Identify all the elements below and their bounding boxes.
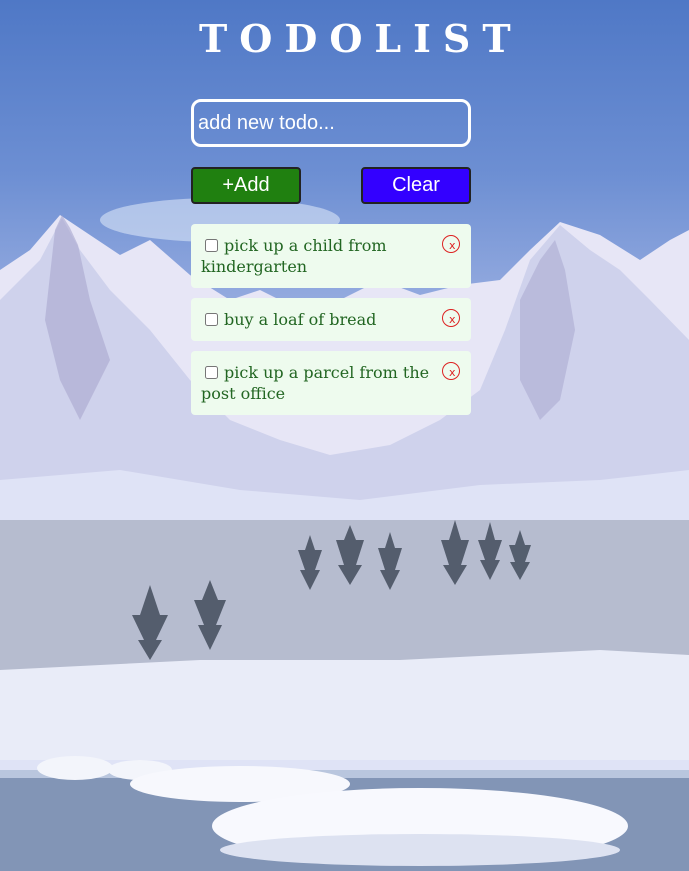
- todo-item: buy a loaf of bread x: [191, 298, 471, 341]
- delete-todo-button[interactable]: x: [442, 309, 460, 327]
- todo-text: pick up a child from kindergarten: [201, 236, 387, 276]
- add-button[interactable]: +Add: [191, 167, 301, 204]
- todo-item: pick up a child from kindergarten x: [191, 224, 471, 288]
- todo-checkbox[interactable]: [205, 239, 218, 252]
- todo-checkbox[interactable]: [205, 366, 218, 379]
- clear-button[interactable]: Clear: [361, 167, 471, 204]
- todo-item: pick up a parcel from the post office x: [191, 351, 471, 415]
- todo-app: TODOLIST +Add Clear pick up a child from…: [191, 0, 523, 415]
- delete-todo-button[interactable]: x: [442, 235, 460, 253]
- new-todo-input[interactable]: [191, 99, 471, 147]
- delete-todo-button[interactable]: x: [442, 362, 460, 380]
- todo-list: pick up a child from kindergarten x buy …: [191, 224, 471, 425]
- todo-text: buy a loaf of bread: [224, 310, 377, 329]
- todo-checkbox[interactable]: [205, 313, 218, 326]
- todo-text: pick up a parcel from the post office: [201, 363, 430, 403]
- app-title: TODOLIST: [199, 16, 523, 61]
